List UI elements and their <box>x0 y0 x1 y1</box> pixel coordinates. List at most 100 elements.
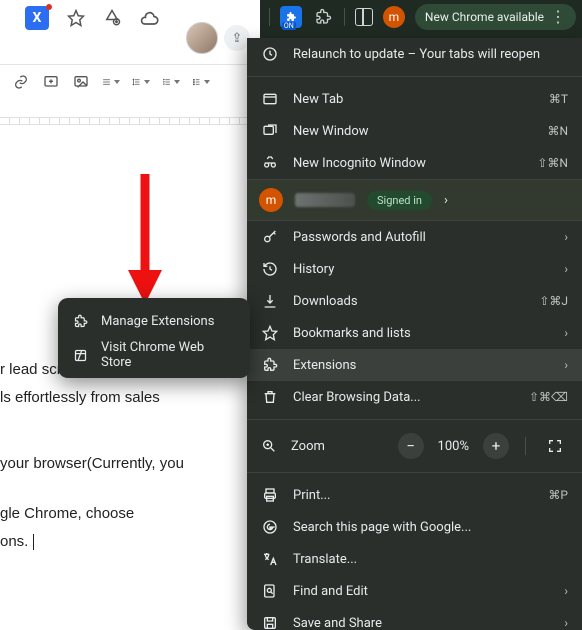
menu-shortcut: ⇧⌘J <box>539 294 568 308</box>
more-icon: ⋮ <box>550 9 566 25</box>
update-label: New Chrome available <box>425 10 544 24</box>
extension-on-badge: ON <box>282 22 296 30</box>
extension-icon <box>72 313 89 330</box>
menu-bookmarks[interactable]: Bookmarks and lists › <box>247 317 582 349</box>
menu-search-page[interactable]: Search this page with Google... <box>247 511 582 543</box>
menu-history[interactable]: History › <box>247 253 582 285</box>
ruler <box>0 117 260 125</box>
zoom-value: 100% <box>438 439 469 454</box>
menu-downloads[interactable]: Downloads ⇧⌘J <box>247 285 582 317</box>
menu-new-window[interactable]: New Window ⌘N <box>247 115 582 147</box>
menu-shortcut: ⌘P <box>548 488 568 502</box>
doc-line: your browser(Currently, you <box>0 452 240 476</box>
menu-separator <box>247 472 582 473</box>
webstore-icon <box>72 347 89 364</box>
menu-label: Search this page with Google... <box>293 520 568 535</box>
menu-translate[interactable]: Translate... <box>247 543 582 575</box>
insert-comment-icon[interactable] <box>42 73 60 91</box>
doc-toolbar <box>0 64 260 99</box>
menu-label: Downloads <box>293 294 525 309</box>
extension-pinned-icon[interactable]: ON <box>280 6 302 28</box>
menu-zoom-row: Zoom − 100% + <box>247 426 582 466</box>
zoom-in-button[interactable]: + <box>483 433 509 459</box>
document-body-text: r lead scraping journey. ls effortlessly… <box>0 358 240 558</box>
menu-label: New Tab <box>293 92 535 107</box>
menu-relaunch-update[interactable]: Relaunch to update – Your tabs will reop… <box>247 38 582 70</box>
bullet-list-dropdown[interactable] <box>192 73 210 91</box>
menu-find-edit[interactable]: Find and Edit › <box>247 575 582 607</box>
menu-print[interactable]: Print... ⌘P <box>247 479 582 511</box>
menu-label: Zoom <box>291 439 384 454</box>
chevron-right-icon: › <box>564 584 568 598</box>
menu-label: History <box>293 262 550 277</box>
link-icon[interactable] <box>12 73 30 91</box>
side-panel-icon[interactable] <box>355 8 373 26</box>
update-available-button[interactable]: New Chrome available ⋮ <box>415 4 576 30</box>
menu-shortcut: ⌘N <box>547 124 568 138</box>
chevron-right-icon: › <box>564 358 568 372</box>
menu-label: Print... <box>293 488 534 503</box>
zoom-icon <box>261 438 277 454</box>
checklist-dropdown[interactable] <box>162 73 180 91</box>
account-avatar: m <box>259 188 283 212</box>
menu-label: Passwords and Autofill <box>293 230 550 245</box>
app-logo-icon: X <box>25 6 49 30</box>
menu-label: New Incognito Window <box>293 156 523 171</box>
menu-separator <box>247 76 582 77</box>
menu-shortcut: ⇧⌘N <box>537 156 568 170</box>
cloud-icon[interactable] <box>139 9 157 27</box>
divider <box>269 8 270 26</box>
menu-label: Bookmarks and lists <box>293 326 550 341</box>
print-icon <box>261 486 279 504</box>
add-to-drive-icon[interactable] <box>103 9 121 27</box>
menu-label: Extensions <box>293 358 550 373</box>
update-icon <box>261 45 279 63</box>
chevron-right-icon: › <box>564 326 568 340</box>
menu-label: Relaunch to update – Your tabs will reop… <box>293 47 568 62</box>
menu-save-share[interactable]: Save and Share › <box>247 607 582 630</box>
extension-icon <box>261 356 279 374</box>
chevron-right-icon: › <box>564 230 568 244</box>
menu-clear-browsing-data[interactable]: Clear Browsing Data... ⇧⌘⌫ <box>247 381 582 413</box>
chevron-right-icon: › <box>564 616 568 630</box>
download-icon <box>261 292 279 310</box>
doc-line: ls effortlessly from sales <box>0 386 240 410</box>
menu-shortcut: ⌘T <box>549 92 568 106</box>
chevron-right-icon: › <box>444 193 448 208</box>
chevron-right-icon: › <box>564 262 568 276</box>
menu-extensions[interactable]: Extensions › <box>247 349 582 381</box>
save-icon <box>261 614 279 630</box>
menu-label: Save and Share <box>293 616 550 630</box>
zoom-out-button[interactable]: − <box>398 433 424 459</box>
key-icon <box>261 228 279 246</box>
star-icon <box>261 324 279 342</box>
trash-icon <box>261 388 279 406</box>
user-avatar[interactable] <box>186 22 218 54</box>
insert-image-icon[interactable] <box>72 73 90 91</box>
profile-avatar-button[interactable]: m <box>383 6 405 28</box>
submenu-label: Visit Chrome Web Store <box>101 340 236 370</box>
submenu-web-store[interactable]: Visit Chrome Web Store <box>58 338 250 372</box>
fullscreen-icon[interactable] <box>542 433 568 459</box>
submenu-manage-extensions[interactable]: Manage Extensions <box>58 304 250 338</box>
signed-in-badge: Signed in <box>367 191 432 210</box>
line-spacing-dropdown[interactable] <box>132 73 150 91</box>
extensions-toolbar-icon[interactable] <box>312 6 334 28</box>
menu-shortcut: ⇧⌘⌫ <box>529 390 568 404</box>
menu-separator <box>247 419 582 420</box>
history-icon <box>261 260 279 278</box>
align-dropdown[interactable] <box>102 73 120 91</box>
find-icon <box>261 582 279 600</box>
submenu-label: Manage Extensions <box>101 314 214 329</box>
menu-account-row[interactable]: m Signed in › <box>247 179 582 221</box>
divider <box>525 437 526 455</box>
text-cursor <box>33 534 34 550</box>
doc-line: ons. <box>0 533 28 550</box>
menu-label: New Window <box>293 124 533 139</box>
divider <box>344 8 345 26</box>
menu-incognito[interactable]: New Incognito Window ⇧⌘N <box>247 147 582 179</box>
menu-new-tab[interactable]: New Tab ⌘T <box>247 83 582 115</box>
menu-passwords[interactable]: Passwords and Autofill › <box>247 221 582 253</box>
star-outline-icon[interactable] <box>67 9 85 27</box>
new-window-icon <box>261 122 279 140</box>
